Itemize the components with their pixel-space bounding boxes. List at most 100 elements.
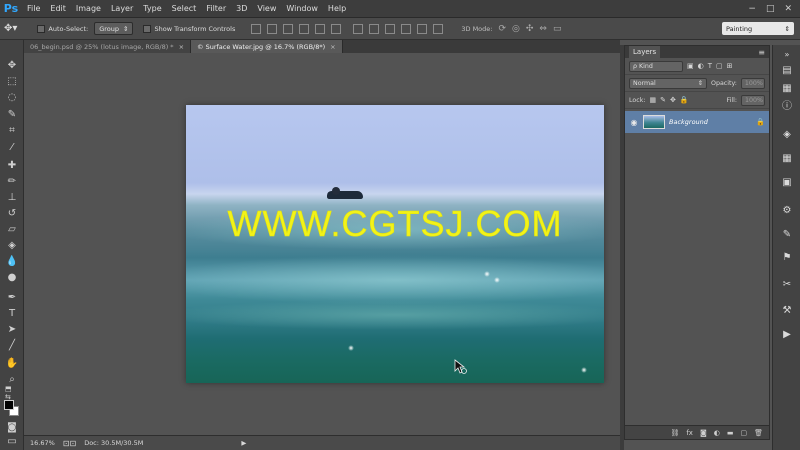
foreground-color-swatch[interactable] [4,400,14,410]
transform-controls-option[interactable]: Show Transform Controls [143,24,235,33]
delete-layer-icon[interactable]: 🗑 [754,429,763,437]
filter-adjustment-icon[interactable]: ◐ [698,62,704,70]
3d-slide-icon[interactable]: ⇔ [539,24,547,34]
3d-rotate-icon[interactable]: ⟳ [498,24,506,34]
blend-mode-dropdown[interactable]: Normal ⇕ [629,77,707,89]
kind-filter-dropdown[interactable]: ρ Kind [629,60,683,72]
layer-name[interactable]: Background [669,118,752,126]
screen-mode-icon[interactable]: ▭ [5,434,19,448]
crop-tool-icon[interactable]: ⌗ [5,123,19,137]
adjustments-panel-icon[interactable]: ⚙ [780,203,794,217]
menu-window[interactable]: Window [281,0,323,18]
filter-smart-icon[interactable]: ⊞ [727,62,733,70]
brush-tool-icon[interactable]: ✏ [5,174,19,188]
align-hcenter-icon[interactable] [315,23,326,34]
default-colors-icon[interactable]: ⬒ ⇆ [5,385,19,401]
maximize-icon[interactable]: □ [766,4,775,14]
swatches-panel-icon[interactable]: ▦ [780,151,794,165]
styles-panel-icon[interactable]: ▣ [780,175,794,189]
paint-bucket-tool-icon[interactable]: ◈ [5,238,19,252]
lock-position-icon[interactable]: ✥ [670,96,676,104]
transform-controls-checkbox[interactable] [143,24,152,33]
add-mask-icon[interactable]: ◙ [700,429,707,437]
tab-06-begin[interactable]: 06_begin.psd @ 25% (lotus image, RGB/8) … [24,40,192,53]
menu-type[interactable]: Type [138,0,166,18]
auto-select-dropdown[interactable]: Group ⇕ [94,22,134,35]
close-icon[interactable]: ✕ [784,4,792,14]
menu-file[interactable]: File [22,0,45,18]
line-tool-icon[interactable]: ╱ [5,338,19,352]
align-top-icon[interactable] [251,23,262,34]
new-group-icon[interactable]: ▬ [727,429,734,437]
distribute-bottom-icon[interactable] [385,23,396,34]
dodge-tool-icon[interactable]: ● [5,270,19,284]
fill-field[interactable]: 100% [741,94,765,106]
menu-select[interactable]: Select [167,0,202,18]
collapse-panels-icon[interactable]: » [780,47,794,61]
cloud-sync-icon[interactable]: ⊡⊡ [63,439,76,448]
quick-mask-icon[interactable]: ◙ [5,420,19,434]
workspace-switcher[interactable]: Painting ⇕ [722,22,794,35]
history-brush-tool-icon[interactable]: ↺ [5,206,19,220]
opacity-field[interactable]: 100% [740,77,765,89]
minimize-icon[interactable]: − [748,4,756,14]
menu-filter[interactable]: Filter [201,0,231,18]
distribute-hcenter-icon[interactable] [417,23,428,34]
distribute-left-icon[interactable] [401,23,412,34]
menu-view[interactable]: View [252,0,281,18]
layer-row-background[interactable]: ◉ Background 🔒 [625,111,769,133]
layers-panel-icon[interactable]: ◈ [780,127,794,141]
type-tool-icon[interactable]: T [5,306,19,320]
clone-source-panel-icon[interactable]: ✂ [780,277,794,291]
menu-image[interactable]: Image [71,0,106,18]
quick-select-tool-icon[interactable]: ✎ [5,107,19,121]
align-right-icon[interactable] [331,23,342,34]
filter-shape-icon[interactable]: ▢ [716,62,723,70]
info-panel-icon[interactable]: ⓘ [780,97,794,112]
lock-image-icon[interactable]: ✎ [660,96,666,104]
3d-roll-icon[interactable]: ◎ [512,24,520,34]
healing-brush-tool-icon[interactable]: ✚ [5,158,19,172]
document-canvas[interactable]: WWW.CGTSJ.COM [186,105,604,383]
tab-close-icon[interactable]: × [330,43,335,51]
menu-edit[interactable]: Edit [45,0,71,18]
zoom-level[interactable]: 16.67% [30,439,55,447]
align-vcenter-icon[interactable] [267,23,278,34]
blur-tool-icon[interactable]: 💧 [5,254,19,268]
filter-pixel-icon[interactable]: ▣ [687,62,694,70]
pen-tool-icon[interactable]: ✒ [5,290,19,304]
adjustment-layer-icon[interactable]: ◐ [714,429,720,437]
doc-size-info[interactable]: Doc: 30.5M/30.5M [84,439,143,447]
eyedropper-tool-icon[interactable]: ⁄ [5,140,19,154]
menu-layer[interactable]: Layer [106,0,138,18]
distribute-vcenter-icon[interactable] [369,23,380,34]
properties-panel-icon[interactable]: ▦ [780,81,794,95]
tab-surface-water[interactable]: © Surface Water.jpg @ 16.7% (RGB/8*) × [191,40,343,53]
lasso-tool-icon[interactable]: ◌ [5,90,19,104]
distribute-top-icon[interactable] [353,23,364,34]
align-left-icon[interactable] [299,23,310,34]
panel-menu-icon[interactable]: ≡ [758,48,765,57]
status-menu-arrow-icon[interactable]: ▶ [241,439,246,447]
path-selection-tool-icon[interactable]: ➤ [5,322,19,336]
history-panel-icon[interactable]: ▤ [780,63,794,77]
lock-transparent-icon[interactable]: ▦ [649,96,656,104]
brush-presets-panel-icon[interactable]: ⚑ [780,250,794,264]
canvas-workspace[interactable]: WWW.CGTSJ.COM [24,53,620,435]
menu-help[interactable]: Help [323,0,351,18]
marquee-tool-icon[interactable]: ⬚ [5,74,19,88]
auto-select-checkbox[interactable] [37,24,46,33]
move-tool-icon[interactable]: ✥ [5,58,19,72]
3d-pan-icon[interactable]: ✣ [526,24,534,34]
clone-stamp-tool-icon[interactable]: ⊥ [5,190,19,204]
tab-layers[interactable]: Layers [629,46,661,58]
auto-select-option[interactable]: Auto-Select: [37,24,88,33]
3d-scale-icon[interactable]: ▭ [553,24,562,34]
new-layer-icon[interactable]: ▢ [740,429,747,437]
visibility-eye-icon[interactable]: ◉ [629,118,639,127]
tool-presets-panel-icon[interactable]: ⚒ [780,303,794,317]
lock-all-icon[interactable]: 🔒 [680,96,689,104]
zoom-tool-icon[interactable]: ⌕ [5,372,19,386]
align-bottom-icon[interactable] [283,23,294,34]
move-tool-preset-icon[interactable]: ✥▾ [4,23,17,34]
